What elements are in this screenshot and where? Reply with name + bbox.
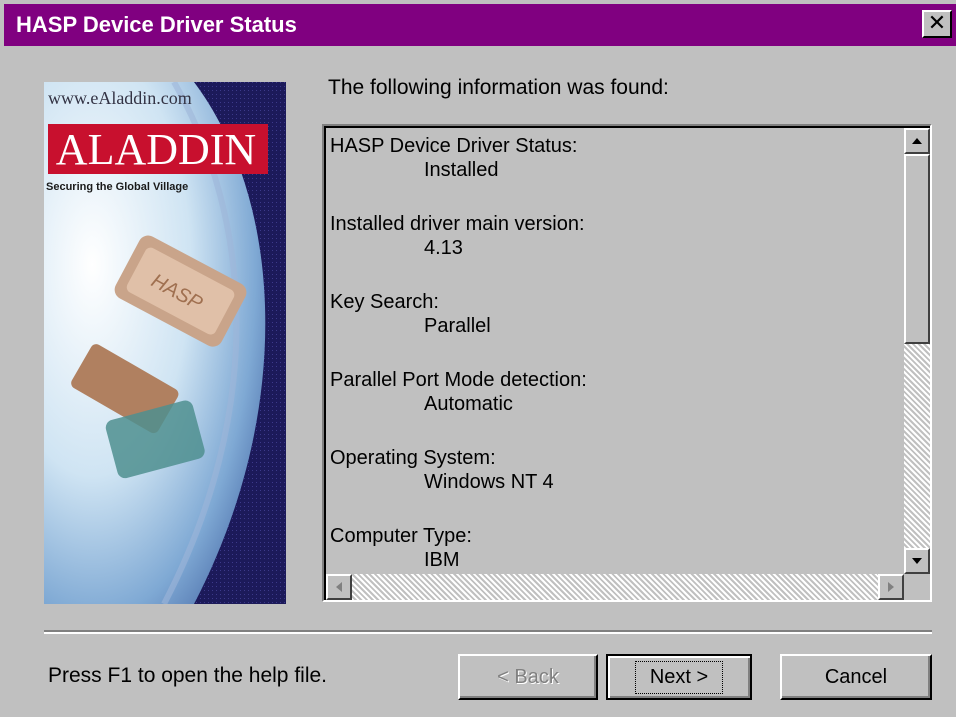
info-content: HASP Device Driver Status: Installed Ins…: [330, 134, 900, 574]
cancel-button-label: Cancel: [824, 665, 888, 688]
info-entry-driver-version: Installed driver main version: 4.13: [330, 212, 900, 260]
footer-divider: [44, 630, 932, 634]
arrow-left-icon: [336, 582, 342, 592]
help-hint-text: Press F1 to open the help file.: [48, 664, 327, 687]
info-entry-port-mode: Parallel Port Mode detection: Automatic: [330, 368, 900, 416]
vertical-scroll-thumb[interactable]: [904, 154, 930, 344]
arrow-right-icon: [888, 582, 894, 592]
info-value: Windows NT 4: [424, 471, 554, 493]
aladdin-brand-text: ALADDIN: [56, 125, 256, 174]
info-entry-driver-status: HASP Device Driver Status: Installed: [330, 134, 900, 182]
info-label: HASP Device Driver Status:: [330, 135, 578, 157]
info-label: Installed driver main version:: [330, 213, 585, 235]
title-bar: HASP Device Driver Status ✕: [4, 4, 956, 46]
next-button-label: Next >: [634, 660, 724, 694]
aladdin-banner-image: ALADDIN www.eAladdin.com Securing the Gl…: [44, 82, 286, 604]
info-value: IBM: [424, 549, 460, 571]
info-value: Automatic: [424, 393, 513, 415]
arrow-up-icon: [912, 138, 922, 144]
info-entry-key-search: Key Search: Parallel: [330, 290, 900, 338]
arrow-down-icon: [912, 558, 922, 564]
back-button-label: < Back: [497, 665, 559, 688]
info-label: Key Search:: [330, 291, 439, 313]
dialog-window: HASP Device Driver Status ✕ ALADDIN www.…: [0, 0, 956, 717]
info-value: Parallel: [424, 315, 491, 337]
info-entry-os: Operating System: Windows NT 4: [330, 446, 900, 494]
scroll-up-button[interactable]: [904, 128, 930, 154]
vertical-scrollbar[interactable]: [904, 128, 930, 574]
aladdin-url-text: www.eAladdin.com: [48, 88, 192, 108]
info-value: Installed: [424, 159, 499, 181]
scroll-right-button[interactable]: [878, 574, 904, 600]
window-title: HASP Device Driver Status: [16, 12, 297, 37]
back-button[interactable]: < Back: [458, 654, 598, 700]
cancel-button[interactable]: Cancel: [780, 654, 932, 700]
info-list-box[interactable]: HASP Device Driver Status: Installed Ins…: [322, 124, 932, 602]
scroll-left-button[interactable]: [326, 574, 352, 600]
scrollbar-corner: [904, 574, 930, 600]
info-label: Computer Type:: [330, 525, 472, 547]
close-button[interactable]: ✕: [922, 10, 952, 38]
scroll-down-button[interactable]: [904, 548, 930, 574]
close-icon: ✕: [927, 11, 947, 36]
next-button[interactable]: Next >: [606, 654, 752, 700]
info-value: 4.13: [424, 237, 463, 259]
found-info-label: The following information was found:: [328, 76, 669, 99]
info-label: Parallel Port Mode detection:: [330, 369, 587, 391]
horizontal-scrollbar[interactable]: [326, 574, 904, 600]
info-entry-computer-type: Computer Type: IBM: [330, 524, 900, 572]
aladdin-tagline-text: Securing the Global Village: [46, 181, 188, 193]
info-label: Operating System:: [330, 447, 496, 469]
